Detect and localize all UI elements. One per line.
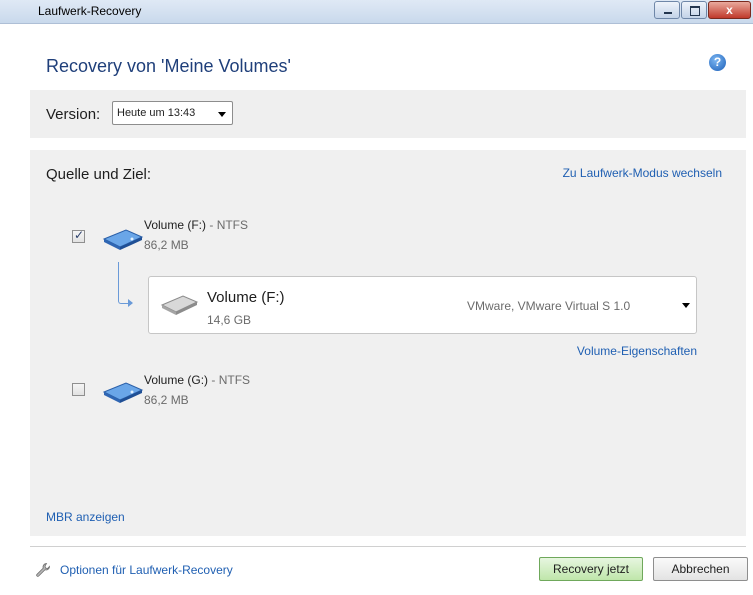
close-button[interactable]: x xyxy=(708,1,751,19)
volume-g-fs: - NTFS xyxy=(211,373,251,387)
footer-divider xyxy=(30,546,746,547)
wrench-icon xyxy=(36,563,50,577)
volume-g-label: Volume (G:) - NTFS xyxy=(144,373,250,387)
close-icon: x xyxy=(726,3,733,17)
volume-properties-link[interactable]: Volume-Eigenschaften xyxy=(577,344,697,358)
target-volume-select[interactable]: Volume (F:) 14,6 GB VMware, VMware Virtu… xyxy=(148,276,697,334)
chevron-down-icon xyxy=(218,112,226,117)
recover-now-button[interactable]: Recovery jetzt xyxy=(539,557,643,581)
show-mbr-link[interactable]: MBR anzeigen xyxy=(46,510,125,524)
blue-drive-icon xyxy=(102,229,144,250)
volume-f-fs: - NTFS xyxy=(209,218,249,232)
gray-drive-icon xyxy=(160,295,199,315)
volume-g-size: 86,2 MB xyxy=(144,393,189,407)
section-title: Quelle und Ziel: xyxy=(46,166,152,183)
volume-f-checkbox[interactable] xyxy=(72,228,85,243)
drive-mode-link[interactable]: Zu Laufwerk-Modus wechseln xyxy=(563,166,722,180)
source-target-panel: Quelle und Ziel: Zu Laufwerk-Modus wechs… xyxy=(30,150,746,536)
maximize-button[interactable] xyxy=(681,1,707,19)
cancel-button[interactable]: Abbrechen xyxy=(653,557,748,581)
target-volume-name: Volume (F:) xyxy=(207,289,285,306)
volume-g-checkbox[interactable] xyxy=(72,383,85,396)
target-device-name: VMware, VMware Virtual S 1.0 xyxy=(467,299,631,313)
version-label: Version: xyxy=(46,106,101,123)
recovery-options-link[interactable]: Optionen für Laufwerk-Recovery xyxy=(60,563,233,577)
window-title: Laufwerk-Recovery xyxy=(38,4,142,18)
target-volume-size: 14,6 GB xyxy=(207,313,252,327)
volume-g-name: Volume (G:) xyxy=(144,373,209,387)
volume-f-label: Volume (F:) - NTFS xyxy=(144,218,248,232)
page-title: Recovery von 'Meine Volumes' xyxy=(46,56,291,76)
minimize-button[interactable] xyxy=(654,1,680,19)
version-band: Version: Heute um 13:43 xyxy=(30,90,746,138)
version-select[interactable]: Heute um 13:43 xyxy=(112,101,233,125)
mapping-connector xyxy=(118,262,133,307)
window-titlebar: Laufwerk-Recovery x xyxy=(0,0,753,24)
volume-f-size: 86,2 MB xyxy=(144,238,189,252)
blue-drive-icon xyxy=(102,382,144,403)
version-select-value: Heute um 13:43 xyxy=(117,107,196,119)
chevron-down-icon xyxy=(682,303,690,308)
volume-f-name: Volume (F:) xyxy=(144,218,207,232)
help-icon[interactable]: ? xyxy=(709,54,726,71)
